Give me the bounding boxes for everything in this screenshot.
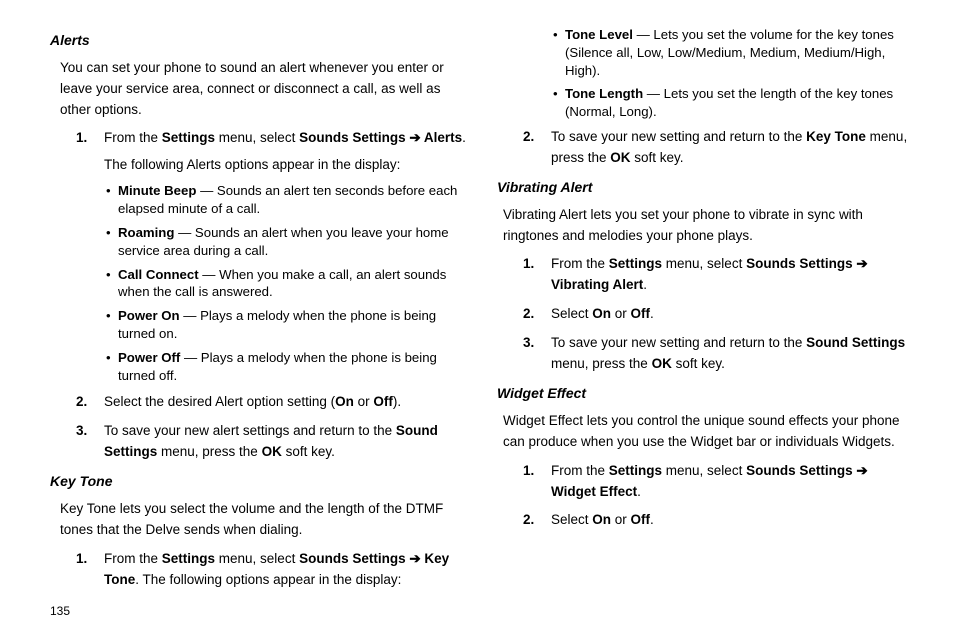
bullet-item: Power On — Plays a melody when the phone… — [104, 307, 467, 343]
vib-step-2: 2. Select On or Off. — [523, 304, 914, 325]
step-number: 2. — [76, 392, 87, 413]
alerts-step-2: 2. Select the desired Alert option setti… — [76, 392, 467, 413]
text: Select On or Off. — [551, 306, 654, 321]
keytone-bullets: Tone Level — Lets you set the volume for… — [551, 26, 914, 121]
vibrating-steps: 1. From the Settings menu, select Sounds… — [523, 254, 914, 375]
widget-step-1: 1. From the Settings menu, select Sounds… — [523, 461, 914, 503]
keytone-steps: 1. From the Settings menu, select Sounds… — [76, 549, 467, 591]
step-number: 1. — [76, 549, 87, 570]
page-number: 135 — [50, 604, 70, 618]
alerts-step1-desc: The following Alerts options appear in t… — [104, 157, 400, 172]
bullet-item: Tone Length — Lets you set the length of… — [551, 85, 914, 121]
text: From the Settings menu, select Sounds Se… — [551, 463, 868, 499]
step-number: 3. — [523, 333, 534, 354]
text: Select the desired Alert option setting … — [104, 394, 401, 409]
step-number: 1. — [523, 254, 534, 275]
widget-heading: Widget Effect — [497, 383, 914, 405]
text: From the Settings menu, select Sounds Se… — [104, 551, 449, 587]
text: To save your new setting and return to t… — [551, 129, 907, 165]
arrow-icon: ➔ — [856, 463, 867, 478]
alerts-heading: Alerts — [50, 30, 467, 52]
vibrating-intro: Vibrating Alert lets you set your phone … — [503, 205, 914, 247]
step-number: 2. — [523, 510, 534, 531]
text: Select On or Off. — [551, 512, 654, 527]
widget-step-2: 2. Select On or Off. — [523, 510, 914, 531]
alerts-step-3: 3. To save your new alert settings and r… — [76, 421, 467, 463]
keytone-steps-cont: 2. To save your new setting and return t… — [523, 127, 914, 169]
keytone-step-2: 2. To save your new setting and return t… — [523, 127, 914, 169]
page: Alerts You can set your phone to sound a… — [0, 0, 954, 636]
alerts-step-1: 1. From the Settings menu, select Sounds… — [76, 128, 467, 384]
keytone-intro: Key Tone lets you select the volume and … — [60, 499, 467, 541]
arrow-icon: ➔ — [856, 256, 867, 271]
arrow-icon: ➔ — [409, 130, 420, 145]
text: From the Settings menu, select Sounds Se… — [104, 130, 466, 145]
vib-step-1: 1. From the Settings menu, select Sounds… — [523, 254, 914, 296]
left-column: Alerts You can set your phone to sound a… — [50, 26, 467, 616]
keytone-heading: Key Tone — [50, 471, 467, 493]
bullet-item: Roaming — Sounds an alert when you leave… — [104, 224, 467, 260]
bullet-item: Minute Beep — Sounds an alert ten second… — [104, 182, 467, 218]
bullet-item: Call Connect — When you make a call, an … — [104, 266, 467, 302]
alerts-bullets: Minute Beep — Sounds an alert ten second… — [104, 182, 467, 384]
step-number: 1. — [76, 128, 87, 149]
text: To save your new setting and return to t… — [551, 335, 905, 371]
keytone-step-1: 1. From the Settings menu, select Sounds… — [76, 549, 467, 591]
right-column: Tone Level — Lets you set the volume for… — [497, 26, 914, 616]
step-number: 2. — [523, 304, 534, 325]
vib-step-3: 3. To save your new setting and return t… — [523, 333, 914, 375]
widget-intro: Widget Effect lets you control the uniqu… — [503, 411, 914, 453]
widget-steps: 1. From the Settings menu, select Sounds… — [523, 461, 914, 532]
arrow-icon: ➔ — [409, 551, 420, 566]
alerts-steps: 1. From the Settings menu, select Sounds… — [76, 128, 467, 463]
step-number: 2. — [523, 127, 534, 148]
step-number: 3. — [76, 421, 87, 442]
bullet-item: Tone Level — Lets you set the volume for… — [551, 26, 914, 79]
bullet-item: Power Off — Plays a melody when the phon… — [104, 349, 467, 385]
vibrating-heading: Vibrating Alert — [497, 177, 914, 199]
text: To save your new alert settings and retu… — [104, 423, 438, 459]
step-number: 1. — [523, 461, 534, 482]
text: From the Settings menu, select Sounds Se… — [551, 256, 868, 292]
alerts-intro: You can set your phone to sound an alert… — [60, 58, 467, 121]
